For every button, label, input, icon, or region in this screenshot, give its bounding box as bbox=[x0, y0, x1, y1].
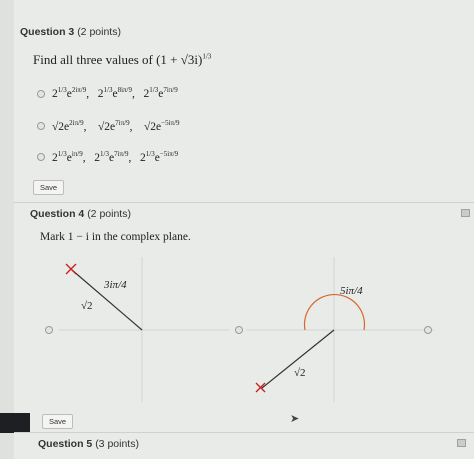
q3-option-2[interactable]: √2e2iπ/9, √2e7iπ/9, √2e−5iπ/9 bbox=[52, 119, 180, 133]
q3-option-3-radio[interactable] bbox=[37, 153, 45, 161]
q3-o3-b-e-exp: 7iπ/9 bbox=[114, 150, 129, 158]
q4-opt2-angle: 5iπ/4 bbox=[340, 285, 363, 297]
q3-save-button[interactable]: Save bbox=[33, 180, 65, 195]
q3-heading: Question 3 (2 points) bbox=[20, 26, 121, 38]
q4-opt1-mark bbox=[65, 263, 77, 275]
q4-diagram bbox=[59, 257, 434, 402]
save-disk-icon-2[interactable] bbox=[457, 439, 466, 447]
q3-o2-c-exp: −5iπ/9 bbox=[161, 119, 180, 127]
q4-heading: Question 4 (2 points) bbox=[30, 208, 131, 220]
q3-o3-b-exp: 1/3 bbox=[100, 150, 109, 158]
q3-o3-a-exp: 1/3 bbox=[57, 150, 67, 158]
dark-sidebar-bar bbox=[0, 413, 30, 433]
q4-prompt: Mark 1 − i in the complex plane. bbox=[40, 231, 191, 243]
left-panel bbox=[0, 0, 14, 459]
q4-divider bbox=[14, 432, 474, 433]
q4-title: Question 4 bbox=[30, 208, 85, 220]
q3-o1-a-exp: 1/3 bbox=[57, 86, 67, 94]
q3-option-1[interactable]: 21/3e2iπ/9, 21/3e8iπ/9, 21/3e7iπ/9 bbox=[52, 86, 178, 100]
q3-option-1-radio[interactable] bbox=[37, 90, 45, 98]
q3-o2-a-exp: 2iπ/9 bbox=[69, 119, 84, 127]
q4-opt1-mod: √2 bbox=[81, 300, 93, 312]
q3-divider bbox=[14, 202, 474, 203]
q3-prompt-text: Find all three values of (1 + √3i) bbox=[33, 52, 203, 67]
q3-option-3[interactable]: 21/3eiπ/9, 21/3e7iπ/9, 21/3e−5iπ/9 bbox=[52, 150, 178, 164]
q5-points: (3 points) bbox=[95, 438, 139, 450]
q4-opt1-angle: 3iπ/4 bbox=[104, 279, 127, 291]
q3-prompt: Find all three values of (1 + √3i)1/3 bbox=[33, 52, 211, 68]
q4-points: (2 points) bbox=[87, 208, 131, 220]
q3-o2-b: √2e bbox=[97, 120, 116, 133]
q4-option-1-radio[interactable] bbox=[45, 326, 53, 334]
q3-o2-a: √2e bbox=[52, 120, 70, 133]
q3-title: Question 3 bbox=[20, 26, 75, 38]
q4-save-button[interactable]: Save bbox=[42, 414, 74, 429]
q4-option-2-radio[interactable] bbox=[235, 326, 243, 334]
q3-prompt-exp: 1/3 bbox=[202, 52, 212, 61]
q3-option-2-radio[interactable] bbox=[37, 122, 45, 130]
q3-o3-a-e-exp: iπ/9 bbox=[71, 150, 83, 158]
q3-o3-c-exp: 1/3 bbox=[145, 150, 155, 158]
q3-o1-c-e-exp: 7iπ/9 bbox=[163, 86, 178, 94]
q3-o3-c-e-exp: −5iπ/9 bbox=[159, 150, 179, 158]
q4-opt2-vector bbox=[261, 329, 335, 389]
q3-o2-c: √2e bbox=[143, 120, 162, 133]
mouse-cursor-icon: ➤ bbox=[290, 413, 300, 425]
save-disk-icon[interactable] bbox=[461, 209, 470, 217]
q5-heading: Question 5 (3 points) bbox=[38, 438, 139, 450]
q4-opt2-mark bbox=[255, 382, 266, 393]
q3-o1-b-e-exp: 8iπ/9 bbox=[117, 86, 132, 94]
q3-o1-a-e-exp: 2iπ/9 bbox=[71, 86, 87, 94]
q3-points: (2 points) bbox=[77, 26, 121, 38]
q3-o2-b-exp: 7iπ/9 bbox=[115, 119, 130, 127]
q4-option-3-radio[interactable] bbox=[424, 326, 432, 334]
q5-title: Question 5 bbox=[38, 438, 93, 450]
quiz-page: Question 3 (2 points) Find all three val… bbox=[0, 0, 474, 459]
q4-opt2-mod: √2 bbox=[294, 367, 306, 379]
q3-o1-c-exp: 1/3 bbox=[149, 86, 159, 94]
